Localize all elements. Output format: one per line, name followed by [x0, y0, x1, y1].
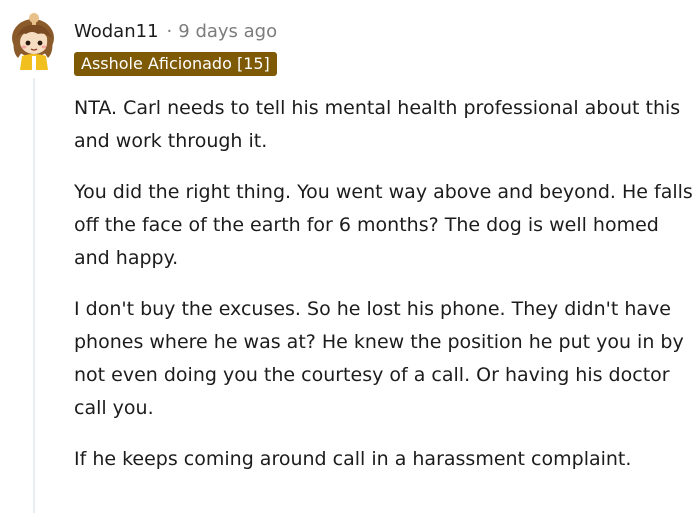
comment-paragraph: If he keeps coming around call in a hara…: [74, 448, 632, 470]
user-flair-badge: Asshole Aficionado [15]: [74, 52, 277, 76]
comment-paragraph: I don't buy the excuses. So he lost his …: [74, 298, 684, 419]
comment-header: Wodan11 · 9 days ago: [74, 20, 277, 44]
user-avatar-icon[interactable]: [8, 12, 58, 70]
comment-body: NTA. Carl needs to tell his mental healt…: [74, 92, 694, 494]
thread-collapse-line[interactable]: [33, 78, 35, 513]
meta-separator: ·: [166, 21, 173, 42]
comment-paragraph: You did the right thing. You went way ab…: [74, 181, 693, 269]
comment: Wodan11 · 9 days ago Asshole Aficionado …: [0, 0, 700, 513]
username-link[interactable]: Wodan11: [74, 20, 159, 44]
timestamp-link[interactable]: 9 days ago: [178, 20, 277, 44]
comment-paragraph: NTA. Carl needs to tell his mental healt…: [74, 97, 681, 152]
